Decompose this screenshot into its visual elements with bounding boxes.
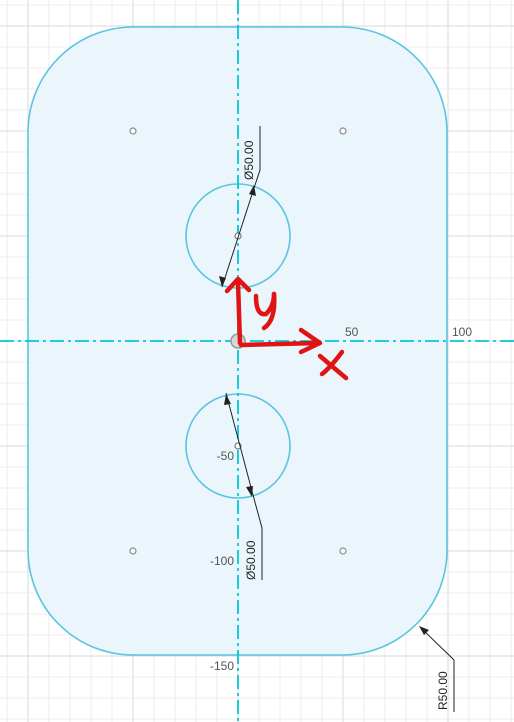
sketch-canvas[interactable]: 50 100 -50 -100 -150 Ø50.00 Ø50.00 R50.0… xyxy=(0,0,514,722)
y-arrow-icon xyxy=(235,279,243,346)
corner-center-point[interactable] xyxy=(339,127,347,135)
corner-center-point[interactable] xyxy=(129,127,137,135)
y-axis-tick-label: -100 xyxy=(210,554,234,568)
dimension-value: Ø50.00 xyxy=(242,140,256,180)
dimension-value: Ø50.00 xyxy=(244,540,258,580)
x-arrow-icon xyxy=(238,340,321,348)
x-axis-tick-label: 50 xyxy=(345,325,359,339)
corner-center-point[interactable] xyxy=(339,547,347,555)
dimension-value: R50.00 xyxy=(436,671,450,710)
y-axis-tick-label: -50 xyxy=(217,449,235,463)
y-axis-tick-label: -150 xyxy=(210,659,234,673)
corner-radius-dimension[interactable]: R50.00 xyxy=(419,626,455,712)
corner-center-point[interactable] xyxy=(129,547,137,555)
x-axis-tick-label: 100 xyxy=(452,325,472,339)
